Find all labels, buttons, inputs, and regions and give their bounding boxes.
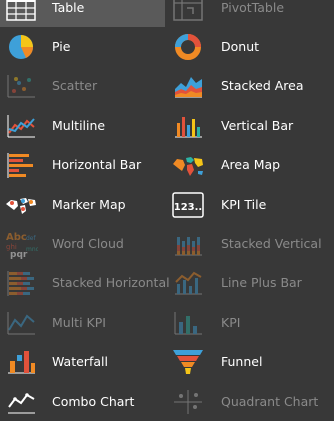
chart-type-label: KPI xyxy=(221,314,241,330)
chart-type-label: Pie xyxy=(52,39,71,55)
chart-type-label: Horizontal Bar xyxy=(52,157,142,173)
chart-type-kpi[interactable]: KPI xyxy=(165,303,334,342)
marker-map-icon xyxy=(4,190,38,220)
table-icon xyxy=(4,0,38,23)
waterfall-icon xyxy=(4,347,38,377)
chart-type-label: Marker Map xyxy=(52,196,126,212)
stacked-area-icon xyxy=(171,71,205,101)
chart-type-label: Stacked Area xyxy=(221,78,304,94)
chart-type-label: Multi KPI xyxy=(52,314,106,330)
chart-type-stacked-area[interactable]: Stacked Area xyxy=(165,67,334,106)
chart-type-donut[interactable]: Donut xyxy=(165,27,334,66)
chart-type-label: KPI Tile xyxy=(221,196,267,212)
word-cloud-icon: Abc def ghi pqr mno xyxy=(4,229,38,259)
chart-type-label: Waterfall xyxy=(52,354,108,370)
word-cloud-word: Abc xyxy=(6,232,27,243)
chart-type-pivottable[interactable]: PivotTable xyxy=(165,0,334,27)
chart-type-label: Stacked Vertical xyxy=(221,236,322,252)
donut-icon xyxy=(171,32,205,62)
kpi-tile-value: 123.. xyxy=(174,202,202,213)
quadrant-chart-icon xyxy=(171,387,205,417)
chart-type-label: Line Plus Bar xyxy=(221,275,302,291)
pie-icon xyxy=(4,32,38,62)
chart-type-line-plus-bar[interactable]: Line Plus Bar xyxy=(165,264,334,303)
chart-type-multi-kpi[interactable]: Multi KPI xyxy=(0,303,165,342)
chart-type-funnel[interactable]: Funnel xyxy=(165,343,334,382)
multi-kpi-icon xyxy=(4,308,38,338)
word-cloud-word: mno xyxy=(26,246,38,253)
chart-type-label: Funnel xyxy=(221,354,263,370)
chart-type-multiline[interactable]: Multiline xyxy=(0,106,165,145)
chart-type-kpi-tile[interactable]: 123.. KPI Tile xyxy=(165,185,334,224)
stacked-horizontal-icon xyxy=(4,268,38,298)
chart-type-stacked-horizontal[interactable]: Stacked Horizontal xyxy=(0,264,170,303)
chart-type-label: Vertical Bar xyxy=(221,117,294,133)
chart-type-horizontal-bar[interactable]: Horizontal Bar xyxy=(0,146,165,185)
pivot-table-icon xyxy=(171,0,205,23)
chart-type-label: Scatter xyxy=(52,78,98,94)
chart-type-label: Area Map xyxy=(221,157,281,173)
chart-type-label: Table xyxy=(52,0,85,15)
chart-type-quadrant-chart[interactable]: Quadrant Chart xyxy=(165,382,334,421)
chart-type-label: Word Cloud xyxy=(52,236,124,252)
chart-type-area-map[interactable]: Area Map xyxy=(165,146,334,185)
chart-type-word-cloud[interactable]: Abc def ghi pqr mno Word Cloud xyxy=(0,224,165,263)
stacked-vertical-icon xyxy=(171,229,205,259)
chart-type-combo-chart[interactable]: Combo Chart xyxy=(0,382,165,421)
chart-type-marker-map[interactable]: Marker Map xyxy=(0,185,165,224)
chart-type-label: Quadrant Chart xyxy=(221,393,319,409)
funnel-icon xyxy=(171,347,205,377)
chart-type-stacked-vertical[interactable]: Stacked Vertical xyxy=(165,224,334,263)
word-cloud-word: def xyxy=(26,235,37,242)
area-map-icon xyxy=(171,150,205,180)
chart-type-label: Combo Chart xyxy=(52,393,135,409)
chart-type-scatter[interactable]: Scatter xyxy=(0,67,165,106)
line-plus-bar-icon xyxy=(171,268,205,298)
horizontal-bar-icon xyxy=(4,150,38,180)
multiline-icon xyxy=(4,111,38,141)
scatter-icon xyxy=(4,71,38,101)
chart-type-label: Donut xyxy=(221,39,260,55)
vertical-bar-icon xyxy=(171,111,205,141)
combo-chart-icon xyxy=(4,387,38,417)
chart-type-table[interactable]: Table xyxy=(0,0,165,28)
kpi-tile-icon: 123.. xyxy=(171,190,205,220)
chart-type-waterfall[interactable]: Waterfall xyxy=(0,343,165,382)
chart-type-pie[interactable]: Pie xyxy=(0,27,165,66)
chart-type-grid: Table PivotTable Pie Donut Scatter Stack… xyxy=(0,0,334,414)
chart-type-vertical-bar[interactable]: Vertical Bar xyxy=(165,106,334,145)
chart-type-label: Multiline xyxy=(52,117,106,133)
kpi-icon xyxy=(171,308,205,338)
chart-type-label: Stacked Horizontal xyxy=(52,275,170,291)
chart-type-label: PivotTable xyxy=(221,0,285,15)
